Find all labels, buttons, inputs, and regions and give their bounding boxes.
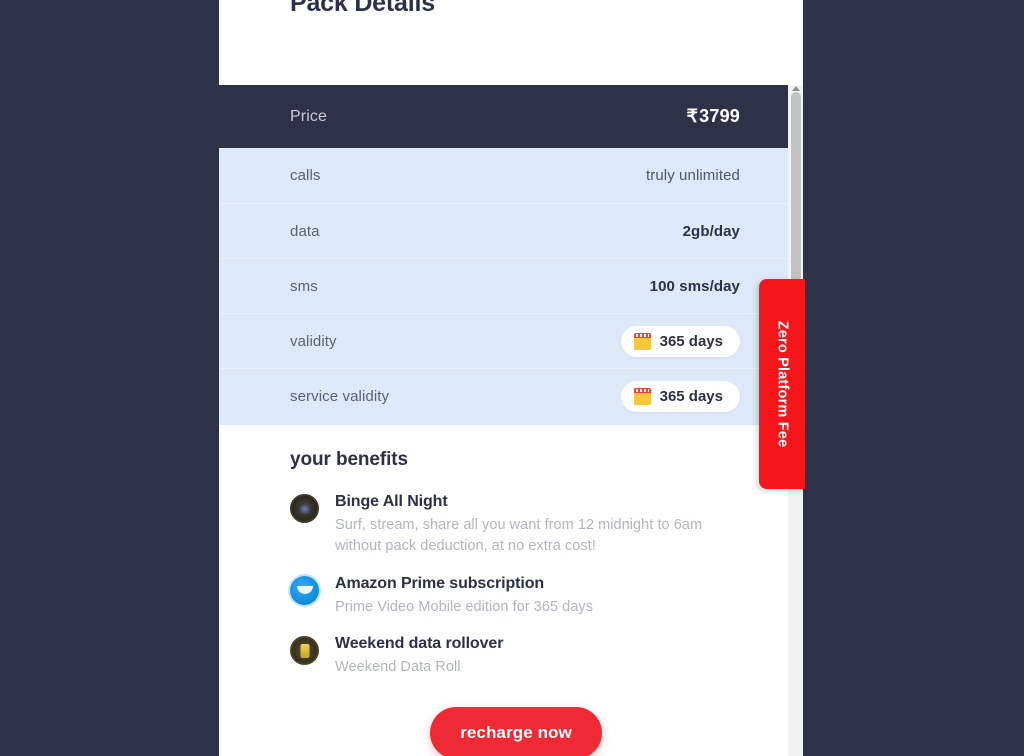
detail-key: validity [290,332,337,350]
benefit-description: Surf, stream, share all you want from 12… [335,517,703,555]
binge-all-night-icon [290,494,319,523]
detail-value: truly unlimited [645,167,740,184]
pack-attribute-list: calls truly unlimited data 2gb/day sms 1… [219,148,788,425]
pack-details-card: Pack Details Price ₹3799 calls truly unl… [219,0,803,756]
detail-row: sms 100 sms/day [219,258,788,313]
benefit-description: Prime Video Mobile edition for 365 days [335,598,593,615]
detail-key: sms [290,277,318,295]
detail-value: 100 sms/day [649,277,740,295]
detail-key: service validity [290,387,390,405]
price-value: ₹3799 [687,106,741,127]
zero-platform-fee-tab[interactable]: Zero Platform Fee [759,279,805,489]
zero-platform-fee-label: Zero Platform Fee [774,320,790,448]
recharge-now-button[interactable]: recharge now [430,707,602,756]
benefits-section: your benefits Binge All Night Surf, stre… [219,425,788,706]
calendar-icon [633,387,651,405]
page-title: Pack Details [290,0,435,17]
benefit-description: Weekend Data Roll [335,659,461,676]
detail-key: calls [290,167,321,184]
detail-row: data 2gb/day [219,203,788,258]
detail-row: validity 365 days [219,313,788,368]
price-label: Price [290,107,327,125]
detail-key: data [290,222,320,240]
benefit-item: Weekend data rollover Weekend Data Roll [290,635,748,678]
benefit-item: Amazon Prime subscription Prime Video Mo… [290,575,748,618]
benefits-heading: your benefits [290,449,408,470]
benefit-title: Binge All Night [335,493,448,510]
price-row: Price ₹3799 [219,85,788,148]
benefit-body: Amazon Prime subscription Prime Video Mo… [335,575,748,618]
chevron-up-icon[interactable] [792,86,800,91]
benefit-item: Binge All Night Surf, stream, share all … [290,493,748,558]
amazon-prime-icon [290,575,319,605]
detail-value: 365 days [659,387,723,405]
service-validity-pill: 365 days [620,380,740,412]
pack-details-header: Pack Details [219,0,788,85]
screen: Pack Details Price ₹3799 calls truly unl… [0,0,1024,756]
validity-pill: 365 days [620,325,740,357]
weekend-rollover-icon [290,636,319,666]
detail-row: calls truly unlimited [219,148,788,203]
detail-value: 2gb/day [682,222,740,240]
card-scroll-content: Pack Details Price ₹3799 calls truly unl… [219,0,788,756]
benefit-title: Amazon Prime subscription [335,574,545,592]
benefit-title: Weekend data rollover [335,635,504,653]
detail-row: service validity 365 days [219,368,788,423]
price-amount: 3799 [699,106,740,126]
calendar-icon [633,332,651,350]
benefit-body: Binge All Night Surf, stream, share all … [335,493,748,558]
rupee-icon: ₹ [686,106,699,126]
benefit-body: Weekend data rollover Weekend Data Roll [335,635,748,678]
detail-value: 365 days [659,332,723,350]
